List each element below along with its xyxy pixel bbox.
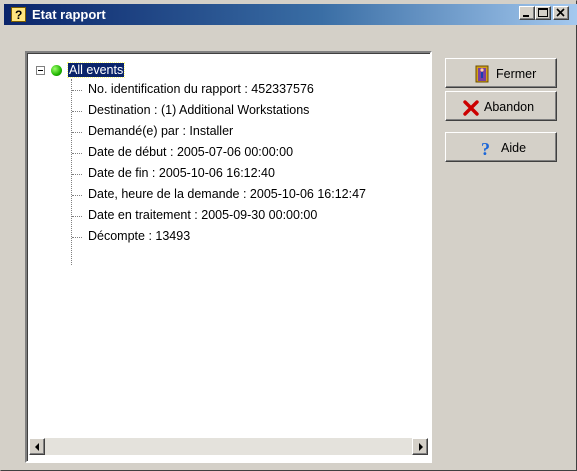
svg-text:?: ?: [481, 139, 490, 157]
close-icon: [556, 8, 565, 17]
green-status-dot-icon: [51, 65, 62, 76]
tree-item-request-datetime[interactable]: Date, heure de la demande : 2005-10-06 1…: [88, 187, 366, 201]
tree-item-report-id[interactable]: No. identification du rapport : 45233757…: [88, 82, 314, 96]
tree-connector: [72, 195, 82, 196]
tree-item-end-date[interactable]: Date de fin : 2005-10-06 16:12:40: [88, 166, 275, 180]
abandon-label: Abandon: [484, 100, 535, 114]
tree-item-requested-by[interactable]: Demandé(e) par : Installer: [88, 124, 233, 138]
help-question-icon: ?: [11, 7, 26, 22]
tree-connector: [72, 174, 82, 175]
aide-button[interactable]: ? Aide: [445, 132, 557, 162]
horizontal-scrollbar[interactable]: [29, 438, 428, 455]
tree-connector: [72, 132, 82, 133]
abandon-button[interactable]: Abandon: [445, 91, 557, 121]
door-exit-icon: [475, 65, 489, 83]
aide-label: Aide: [501, 141, 527, 155]
scroll-right-button[interactable]: [412, 438, 428, 455]
tree-item-processing-date[interactable]: Date en traitement : 2005-09-30 00:00:00: [88, 208, 317, 222]
collapse-toggle[interactable]: [36, 66, 45, 75]
minimize-button[interactable]: [519, 6, 535, 20]
maximize-button[interactable]: [535, 6, 551, 20]
fermer-button[interactable]: Fermer: [445, 58, 557, 88]
tree-connector: [72, 237, 82, 238]
tree-connector: [72, 111, 82, 112]
tree-item-destination[interactable]: Destination : (1) Additional Workstation…: [88, 103, 309, 117]
tree-connector: [72, 216, 82, 217]
tree-connector: [72, 90, 82, 91]
arrow-left-icon: [35, 443, 39, 451]
tree-root-all-events[interactable]: All events: [66, 62, 126, 78]
tree-item-count[interactable]: Décompte : 13493: [88, 229, 190, 243]
scroll-left-button[interactable]: [29, 438, 45, 455]
maximize-icon: [538, 8, 548, 17]
minimize-icon: [523, 15, 529, 17]
close-button[interactable]: [553, 6, 569, 20]
window-title: Etat rapport: [32, 7, 106, 22]
title-bar[interactable]: ? Etat rapport: [4, 4, 577, 25]
report-status-window: ? Etat rapport All events No. identifica…: [0, 0, 577, 471]
tree-item-start-date[interactable]: Date de début : 2005-07-06 00:00:00: [88, 145, 293, 159]
arrow-right-icon: [419, 443, 423, 451]
red-x-icon: [463, 100, 479, 116]
report-tree-panel[interactable]: All events No. identification du rapport…: [25, 51, 432, 463]
fermer-label: Fermer: [496, 67, 537, 81]
tree-connector: [72, 153, 82, 154]
svg-text:?: ?: [15, 8, 22, 22]
report-tree[interactable]: All events No. identification du rapport…: [27, 53, 430, 438]
blue-question-icon: ?: [481, 139, 490, 157]
